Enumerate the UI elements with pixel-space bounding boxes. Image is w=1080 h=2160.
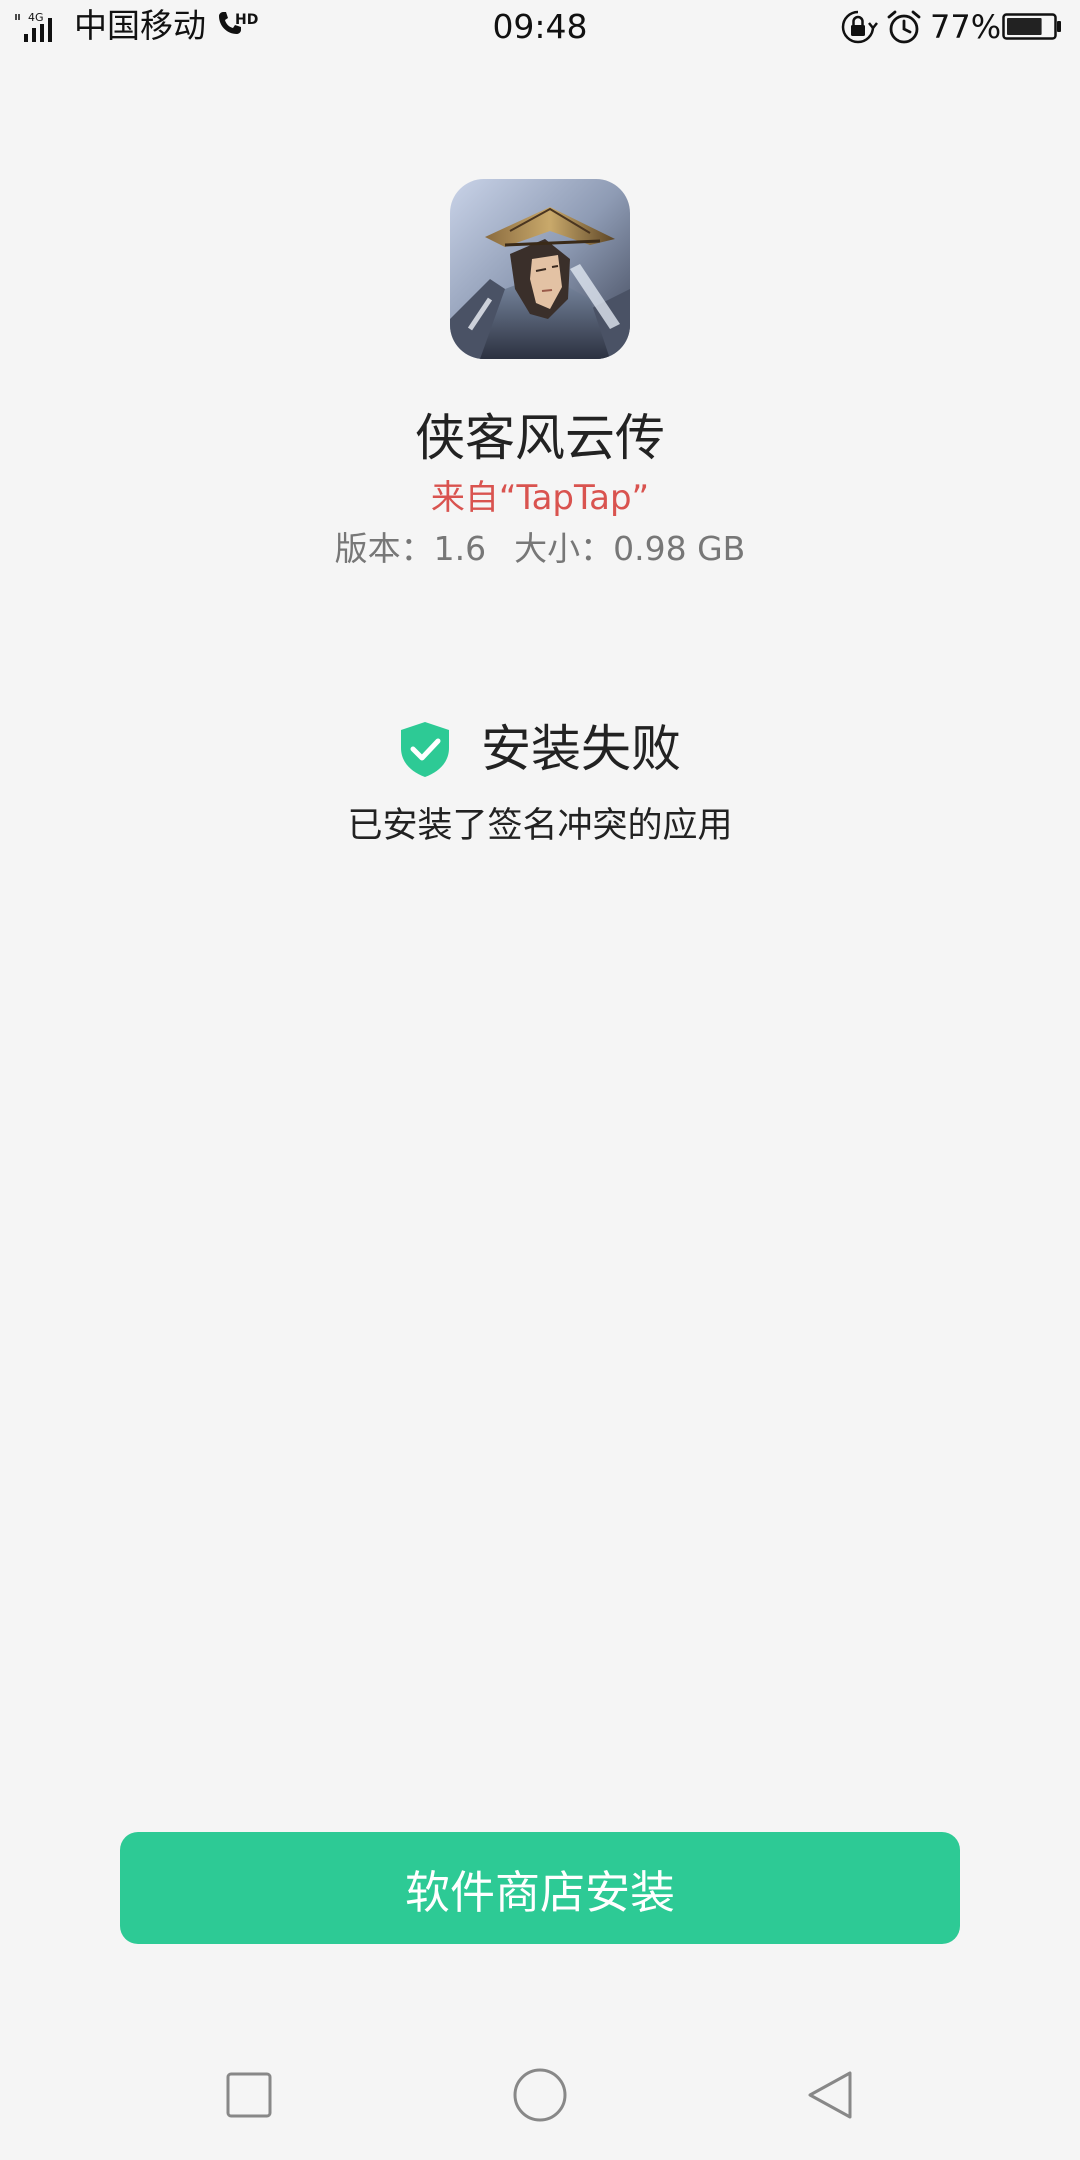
recents-icon: [226, 2072, 272, 2118]
app-source: 来自“TapTap”: [430, 478, 650, 518]
result-header: 安装失败: [0, 716, 1080, 786]
result-title: 安装失败: [481, 720, 681, 778]
back-button[interactable]: [796, 2060, 866, 2130]
status-bar: 4G 中国移动 HD 09:48 77%: [0, 0, 1080, 56]
battery-icon: [1002, 13, 1061, 40]
back-icon: [808, 2071, 852, 2119]
rotation-lock-icon: [841, 10, 878, 44]
install-result-screen: 4G 中国移动 HD 09:48 77% 侠客风云传 来自“TapTap” 版本…: [0, 0, 1080, 2160]
app-version: 版本：1.6: [334, 529, 487, 568]
app-icon-image: [450, 179, 630, 359]
navigation-bar: [0, 2030, 1080, 2160]
result-description: 已安装了签名冲突的应用: [347, 806, 733, 846]
recents-button[interactable]: [214, 2060, 284, 2130]
battery-percentage: 77%: [930, 8, 1002, 46]
app-meta: 版本：1.6 大小：0.98 GB: [0, 523, 1080, 575]
home-button[interactable]: [505, 2060, 575, 2130]
home-icon: [513, 2068, 567, 2122]
shield-check-icon: [401, 722, 449, 777]
alarm-icon: [887, 10, 921, 44]
app-size: 大小：0.98 GB: [514, 529, 746, 568]
app-name: 侠客风云传: [415, 409, 665, 467]
store-install-button[interactable]: 软件商店安装: [120, 1832, 960, 1944]
